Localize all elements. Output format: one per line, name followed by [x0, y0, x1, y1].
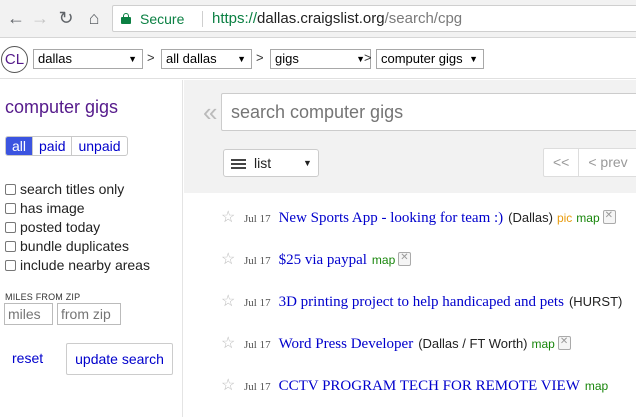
- checkbox-label: posted today: [20, 219, 101, 235]
- post-date: Jul 17: [244, 213, 271, 225]
- map-tag[interactable]: map: [372, 253, 395, 267]
- prev-page-button[interactable]: < prev: [579, 149, 636, 176]
- pagination: << < prev: [543, 148, 636, 177]
- result-title-link[interactable]: New Sports App - looking for team :): [279, 210, 504, 227]
- pic-tag: pic: [556, 211, 573, 225]
- dropdown-arrow-icon: ▼: [303, 158, 312, 168]
- list-view-icon: [231, 159, 246, 169]
- favorite-star-icon[interactable]: ☆: [221, 249, 237, 269]
- posted-today-checkbox[interactable]: [5, 221, 16, 233]
- update-search-button[interactable]: update search: [66, 343, 173, 375]
- results-panel: « list ▼ << < prev ☆ Jul 17 New Sports A…: [184, 80, 636, 417]
- breadcrumb-separator: >: [364, 50, 372, 65]
- result-title-link[interactable]: CCTV PROGRAM TECH FOR REMOTE VIEW: [279, 378, 580, 395]
- breadcrumb-subcategory-label: computer gigs: [381, 51, 463, 66]
- search-input[interactable]: [221, 93, 636, 131]
- breadcrumb-subarea-select[interactable]: all dallas ▼: [161, 49, 252, 69]
- home-icon[interactable]: ⌂: [84, 8, 104, 28]
- first-page-button[interactable]: <<: [544, 149, 580, 176]
- miles-input[interactable]: [4, 303, 53, 325]
- has-image-checkbox[interactable]: [5, 202, 16, 214]
- pay-filter-all[interactable]: all: [6, 137, 34, 155]
- dropdown-arrow-icon: ▼: [469, 54, 478, 64]
- search-titles-checkbox[interactable]: [5, 183, 16, 195]
- result-neighborhood: (Dallas / FT Worth): [418, 336, 528, 351]
- breadcrumb-area-label: dallas: [38, 51, 72, 66]
- zip-input[interactable]: [57, 303, 121, 325]
- map-tag[interactable]: map: [532, 337, 555, 351]
- breadcrumb-separator: >: [147, 50, 155, 65]
- result-row: ☆ Jul 17 $25 via paypal map: [221, 249, 412, 269]
- result-title-link[interactable]: $25 via paypal: [279, 252, 367, 269]
- map-tag[interactable]: map: [576, 211, 599, 225]
- reset-link[interactable]: reset: [12, 350, 43, 366]
- browser-toolbar: ← → ↻ ⌂ Secure https://dallas.craigslist…: [0, 0, 636, 38]
- url-text[interactable]: https://dallas.craigslist.org/search/cpg: [212, 10, 462, 27]
- craigslist-logo[interactable]: CL: [1, 46, 28, 73]
- address-bar[interactable]: Secure https://dallas.craigslist.org/sea…: [112, 5, 636, 32]
- post-date: Jul 17: [244, 381, 271, 393]
- result-title-link[interactable]: 3D printing project to help handicaped a…: [279, 294, 564, 311]
- omnibox-divider: [202, 11, 203, 27]
- result-row: ☆ Jul 17 Word Press Developer (Dallas / …: [221, 333, 571, 353]
- checkbox-label: bundle duplicates: [20, 238, 129, 254]
- breadcrumb-category-select[interactable]: gigs ▼: [270, 49, 371, 69]
- result-neighborhood: (HURST): [568, 294, 623, 309]
- checkbox-label: has image: [20, 200, 85, 216]
- checkbox-label: include nearby areas: [20, 257, 150, 273]
- checkbox-row[interactable]: search titles only: [5, 180, 124, 198]
- hide-posting-icon[interactable]: [557, 336, 571, 350]
- include-nearby-checkbox[interactable]: [5, 259, 16, 271]
- lock-icon: [121, 13, 131, 24]
- post-date: Jul 17: [244, 255, 271, 267]
- breadcrumb-area-select[interactable]: dallas ▼: [33, 49, 143, 69]
- hide-posting-icon[interactable]: [398, 252, 412, 266]
- pay-filter-group: all paid unpaid: [5, 136, 128, 156]
- pay-filter-unpaid[interactable]: unpaid: [72, 137, 126, 155]
- search-bar-area: « list ▼ << < prev: [184, 80, 636, 193]
- result-row: ☆ Jul 17 New Sports App - looking for te…: [221, 207, 616, 227]
- checkbox-label: search titles only: [20, 181, 125, 197]
- checkbox-row[interactable]: has image: [5, 199, 85, 217]
- breadcrumb-subarea-label: all dallas: [166, 51, 217, 66]
- result-title-link[interactable]: Word Press Developer: [279, 336, 414, 353]
- checkbox-row[interactable]: include nearby areas: [5, 256, 150, 274]
- bundle-duplicates-checkbox[interactable]: [5, 240, 16, 252]
- favorite-star-icon[interactable]: ☆: [221, 375, 237, 395]
- forward-arrow-icon[interactable]: →: [30, 8, 50, 28]
- breadcrumb-subcategory-select[interactable]: computer gigs ▼: [376, 49, 484, 69]
- map-tag[interactable]: map: [585, 379, 608, 393]
- post-date: Jul 17: [244, 297, 271, 309]
- pay-filter-paid[interactable]: paid: [33, 137, 73, 155]
- favorite-star-icon[interactable]: ☆: [221, 291, 237, 311]
- url-host: dallas.craigslist.org: [257, 10, 385, 27]
- post-date: Jul 17: [244, 339, 271, 351]
- breadcrumb-separator: >: [256, 50, 264, 65]
- view-mode-select[interactable]: list ▼: [223, 149, 319, 177]
- url-scheme: https://: [212, 10, 258, 27]
- dropdown-arrow-icon: ▼: [237, 54, 246, 64]
- secure-label: Secure: [140, 11, 185, 27]
- collapse-sidebar-icon[interactable]: «: [203, 98, 217, 126]
- back-arrow-icon[interactable]: ←: [6, 8, 26, 28]
- sidebar-title: computer gigs: [5, 97, 119, 117]
- result-neighborhood: (Dallas): [508, 210, 553, 225]
- favorite-star-icon[interactable]: ☆: [221, 207, 237, 227]
- breadcrumb-category-label: gigs: [275, 51, 299, 66]
- favorite-star-icon[interactable]: ☆: [221, 333, 237, 353]
- checkbox-row[interactable]: posted today: [5, 218, 100, 236]
- checkbox-row[interactable]: bundle duplicates: [5, 237, 129, 255]
- result-row: ☆ Jul 17 CCTV PROGRAM TECH FOR REMOTE VI…: [221, 375, 611, 395]
- dropdown-arrow-icon: ▼: [128, 54, 137, 64]
- hide-posting-icon[interactable]: [602, 210, 616, 224]
- result-row: ☆ Jul 17 3D printing project to help han…: [221, 291, 626, 311]
- view-mode-label: list: [254, 155, 272, 171]
- site-header: CL dallas ▼ > all dallas ▼ > gigs ▼ > compu…: [0, 39, 636, 79]
- reload-icon[interactable]: ↻: [56, 8, 76, 28]
- url-path: /search/cpg: [384, 10, 463, 27]
- search-sidebar: computer gigs all paid unpaid search tit…: [0, 80, 183, 417]
- miles-from-zip-label: MILES FROM ZIP: [5, 292, 81, 302]
